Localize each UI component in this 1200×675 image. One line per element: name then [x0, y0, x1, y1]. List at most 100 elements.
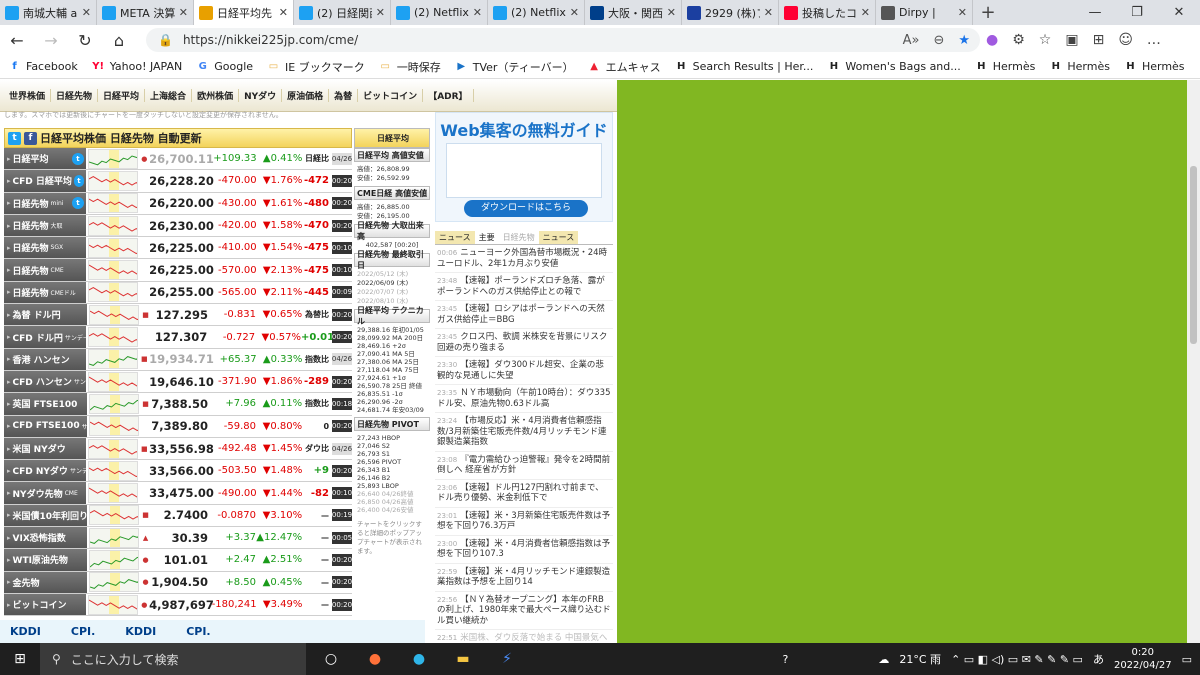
file-explorer-icon[interactable]: ▬	[452, 651, 474, 667]
more-menu-icon[interactable]: …	[1147, 32, 1161, 48]
mini-chart[interactable]	[87, 193, 138, 214]
quote-name-cell[interactable]: ▸CFD NYダウサンデー	[4, 460, 86, 482]
bookmark-item[interactable]: ▲ エムキャス	[588, 59, 660, 75]
twitter-icon[interactable]: t	[8, 131, 21, 145]
quote-row[interactable]: ▸ VIX恐怖指数 ▲ 30.39 +3.37 ▲12.47% —00:05	[4, 527, 352, 550]
quote-name-cell[interactable]: ▸ 英国 FTSE100	[4, 393, 87, 415]
bookmark-item[interactable]: f Facebook	[8, 60, 77, 73]
site-nav-item[interactable]: 日経先物	[51, 89, 99, 102]
bookmark-item[interactable]: H Search Results | Her...	[675, 60, 813, 73]
quote-name-cell[interactable]: ▸CFD FTSE100サンデー	[4, 415, 87, 437]
site-nav-item[interactable]: NYダウ	[239, 89, 283, 102]
news-item[interactable]: 23:45 【速報】ロシアはポーランドへの天然ガス供給停止＝BBG	[435, 301, 613, 329]
news-item[interactable]: 23:24 【市場反応】米・4月消費者信頼感指数/3月新築住宅販売件数/4月リッチ…	[435, 413, 613, 452]
quote-row[interactable]: ▸ 香港 ハンセン ■ 19,934.71 +65.37 ▲0.33% 指数比 04/26	[4, 348, 352, 371]
address-bar[interactable]: 🔒 https://nikkei225jp.com/cme/ A» ⊖ ★	[146, 28, 980, 52]
notification-icons[interactable]: ⌃ ▭ ◧ ◁) ▭ ✉ ✎ ✎ ✎ ▭	[951, 653, 1083, 666]
browser-tab[interactable]: (2) 日経関西 ✕	[294, 0, 391, 25]
side-top-tab[interactable]: 日経平均	[354, 128, 430, 148]
close-icon[interactable]: ✕	[279, 6, 288, 19]
mini-chart[interactable]	[87, 260, 138, 281]
ad-download-button[interactable]: ダウンロードはこちら	[464, 200, 588, 217]
close-icon[interactable]: ✕	[667, 6, 676, 19]
news-tab[interactable]: 日経先物	[499, 231, 539, 244]
mini-chart[interactable]	[87, 438, 138, 459]
news-tab[interactable]: ニュース	[435, 231, 475, 244]
quote-row[interactable]: ▸ 日経先物 SGX 26,225.00 -410.00 ▼1.54% -475 00:10	[4, 237, 352, 260]
close-window-icon[interactable]: ✕	[1158, 5, 1200, 20]
quote-row[interactable]: ▸ CFD ドル円 サンデー 127.307 -0.727 ▼0.57% +0.01 00:2…	[4, 326, 352, 349]
mini-chart[interactable]	[87, 170, 138, 191]
close-icon[interactable]: ✕	[82, 6, 91, 19]
mini-chart[interactable]	[87, 215, 138, 236]
twitter-icon[interactable]: t	[73, 174, 84, 187]
mini-chart[interactable]	[87, 237, 138, 258]
news-item[interactable]: 22:51米国株、ダウ反落で始まる 中国景気への懸念が重荷	[435, 630, 613, 643]
edge-icon[interactable]: ●	[408, 651, 430, 667]
quote-row[interactable]: ▸CFD FTSE100サンデー 7,389.80 -59.80 ▼0.80% 000:…	[4, 415, 352, 438]
collections-tab-icon[interactable]: ▣	[1065, 32, 1078, 48]
bookmark-item[interactable]: G Google	[196, 60, 253, 73]
site-nav-item[interactable]: 【ADR】	[423, 89, 474, 102]
notification-center-icon[interactable]: ▭	[1182, 653, 1192, 666]
windows-start-icon[interactable]: ⊞	[0, 651, 40, 667]
bookmark-item[interactable]: H Hermès	[1049, 60, 1110, 73]
new-tab-icon[interactable]: +	[973, 2, 1003, 23]
browser-tab[interactable]: (2) Netflix ✕	[488, 0, 585, 25]
site-nav-item[interactable]: 欧州株価	[192, 89, 240, 102]
news-item[interactable]: 23:06 【速報】ドル円127円割れ寸前まで、ドル売り優勢、米金利低下で	[435, 480, 613, 508]
close-icon[interactable]: ✕	[958, 6, 967, 19]
quote-name-cell[interactable]: ▸ 香港 ハンセン	[4, 348, 86, 370]
mini-chart[interactable]	[88, 527, 139, 548]
taskbar-search[interactable]: ⚲ ここに入力して検索	[40, 643, 306, 675]
close-icon[interactable]: ✕	[376, 6, 385, 19]
mini-chart[interactable]	[88, 505, 139, 526]
profile-avatar[interactable]: ☺	[1118, 32, 1133, 48]
bookmark-item[interactable]: H Women's Bags and...	[827, 60, 961, 73]
browser-tab[interactable]: META 決算 ✕	[97, 0, 194, 25]
mini-chart[interactable]	[88, 549, 139, 570]
quote-name-cell[interactable]: ▸ 日経先物 大取	[4, 214, 86, 237]
bookmark-item[interactable]: H Hermès	[975, 60, 1035, 73]
weather-icon[interactable]: ☁	[878, 653, 889, 666]
close-icon[interactable]: ✕	[570, 6, 579, 19]
site-nav-item[interactable]: 世界株価	[4, 89, 52, 102]
close-icon[interactable]: ✕	[179, 6, 188, 19]
mini-chart[interactable]	[88, 327, 139, 348]
news-item[interactable]: 23:08 『電力需給ひっ迫警報』発令を2時間前倒しへ 経産省が方針	[435, 452, 613, 480]
twitter-icon[interactable]: t	[71, 197, 84, 210]
quote-row[interactable]: ▸ CFD 日経平均 t 26,228.20 -470.00 ▼1.76% -472 00:2…	[4, 170, 352, 193]
quote-row[interactable]: ▸ WTI原油先物 ● 101.01 +2.47 ▲2.51% —00:20	[4, 549, 352, 572]
quote-row[interactable]: ▸ 日経先物 mini t 26,220.00 -430.00 ▼1.61% -480 00:2…	[4, 192, 352, 215]
mini-chart[interactable]	[88, 572, 139, 593]
ime-indicator[interactable]: あ	[1093, 651, 1104, 667]
quote-row[interactable]: ▸ ビットコイン ● 4,987,697 -180,241 ▼3.49% —00:20	[4, 593, 352, 617]
bookmark-item[interactable]: H Hermès	[1124, 60, 1184, 73]
site-nav-item[interactable]: 日経平均	[98, 89, 146, 102]
favorite-star-icon[interactable]: ★	[958, 33, 970, 48]
quote-name-cell[interactable]: ▸ 金先物	[4, 571, 87, 593]
mini-chart[interactable]	[87, 282, 138, 303]
browser-tab[interactable]: (2) Netflix ✕	[391, 0, 488, 25]
bottom-ad-banner[interactable]: KDDI CPI. KDDI CPI.	[0, 620, 425, 643]
quote-name-cell[interactable]: ▸ 為替 ドル円	[4, 304, 87, 326]
mini-chart[interactable]	[87, 371, 138, 392]
home-icon[interactable]: ⌂	[102, 31, 136, 50]
close-icon[interactable]: ✕	[764, 6, 773, 19]
site-nav-item[interactable]: 上海総合	[145, 89, 193, 102]
forward-icon[interactable]: →	[34, 31, 68, 50]
browser-tab[interactable]: Dirpy | ✕	[876, 0, 973, 25]
browser-tab[interactable]: 日経平均先 ✕	[194, 0, 294, 25]
quote-row[interactable]: ▸CFD NYダウサンデー 33,566.00 -503.50 ▼1.48% +900:…	[4, 460, 352, 483]
favorites-icon[interactable]: ☆	[1039, 32, 1052, 48]
quote-row[interactable]: ▸ 日経先物 CMEドル 26,255.00 -565.00 ▼2.11% -445 00:0…	[4, 281, 352, 305]
news-item[interactable]: 23:00 【速報】米・4月消費者信頼感指数は予想を下回り107.3	[435, 536, 613, 564]
quote-name-cell[interactable]: ▸ WTI原油先物	[4, 549, 87, 571]
site-nav-item[interactable]: ビットコイン	[358, 89, 424, 102]
site-nav-item[interactable]: 為替	[329, 89, 359, 102]
minimize-icon[interactable]: —	[1074, 5, 1116, 20]
news-item[interactable]: 22:59 【速報】米・4月リッチモンド連銀製造業指数は予想を上回り14	[435, 564, 613, 592]
scrollbar-thumb[interactable]	[1190, 166, 1197, 344]
quote-row[interactable]: ▸ 米国 NYダウ ■ 33,556.98 -492.48 ▼1.45% ダウ比 04/26	[4, 437, 352, 461]
read-aloud-icon[interactable]: A»	[903, 33, 920, 48]
